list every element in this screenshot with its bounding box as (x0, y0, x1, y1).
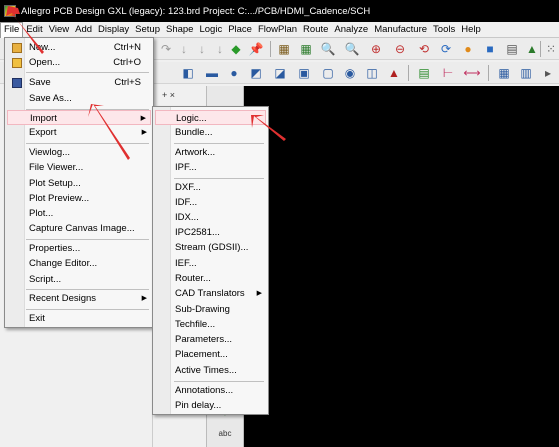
shape-edit-icon[interactable]: ◫ (364, 65, 380, 81)
shape-select-icon[interactable]: ▣ (296, 65, 312, 81)
menu-route[interactable]: Route (300, 22, 331, 38)
import-item-logic[interactable]: Logic... (155, 110, 266, 125)
open-folder-icon (12, 58, 22, 68)
menu-tools[interactable]: Tools (430, 22, 458, 38)
menu-analyze[interactable]: Analyze (331, 22, 371, 38)
shape-void-icon[interactable]: ▢ (320, 65, 336, 81)
step-icon-2[interactable]: ↓ (194, 41, 210, 57)
menu-edit[interactable]: Edit (23, 22, 45, 38)
import-item-artwork[interactable]: Artwork... (155, 145, 266, 160)
menu-item-plot-preview[interactable]: Plot Preview... (7, 191, 151, 206)
menu-item-capture-canvas[interactable]: Capture Canvas Image... (7, 221, 151, 236)
grid-toggle-icon[interactable]: ▦ (298, 41, 314, 57)
import-item-ipc2581[interactable]: IPC2581... (155, 225, 266, 240)
window-title: Allegro PCB Design GXL (legacy): 123.brd… (21, 5, 371, 17)
menu-flowplan[interactable]: FlowPlan (255, 22, 300, 38)
import-item-active-times[interactable]: Active Times... (155, 363, 266, 378)
menu-item-open[interactable]: Open... Ctrl+O (7, 55, 151, 70)
step-icon[interactable]: ↓ (176, 41, 192, 57)
import-item-annotations[interactable]: Annotations... (155, 383, 266, 398)
menu-item-save[interactable]: Save Ctrl+S (7, 75, 151, 90)
shape-add-icon[interactable]: ◪ (272, 65, 288, 81)
dimension-icon[interactable]: ⊢ (440, 65, 456, 81)
file-menu: New... Ctrl+N Open... Ctrl+O Save Ctrl+S Sa… (4, 37, 154, 328)
menu-item-import[interactable]: Import ▶ (7, 110, 151, 125)
zoom-in-icon[interactable]: ⊕ (368, 41, 384, 57)
panel-controls[interactable]: + × (162, 90, 175, 100)
3d-view-icon[interactable]: ■ (482, 41, 498, 57)
redraw-icon[interactable]: ⟳ (438, 41, 454, 57)
import-item-bundle[interactable]: Bundle... (155, 125, 266, 140)
import-item-ipf[interactable]: IPF... (155, 160, 266, 175)
shape-icon[interactable]: ◆ (228, 41, 244, 57)
add-rect-icon[interactable]: ▬ (204, 65, 220, 81)
menu-add[interactable]: Add (72, 22, 95, 38)
report-icon[interactable]: ▦ (496, 65, 512, 81)
import-item-idf[interactable]: IDF... (155, 195, 266, 210)
dimension-linear-icon[interactable]: ⟷ (463, 65, 480, 81)
menu-item-recent-designs[interactable]: Recent Designs ▶ (7, 291, 151, 306)
shape-circle-icon[interactable]: ◉ (342, 65, 358, 81)
import-item-placement[interactable]: Placement... (155, 347, 266, 362)
menu-item-save-as[interactable]: Save As... (7, 91, 151, 106)
import-item-cad-translators[interactable]: CAD Translators ▶ (155, 286, 266, 301)
import-item-parameters[interactable]: Parameters... (155, 332, 266, 347)
import-item-ief[interactable]: IEF... (155, 256, 266, 271)
menu-logic[interactable]: Logic (196, 22, 225, 38)
save-icon (12, 78, 22, 88)
menu-view[interactable]: View (46, 22, 72, 38)
import-item-techfile[interactable]: Techfile... (155, 317, 266, 332)
allegro-app-icon (4, 5, 16, 17)
place-icon[interactable]: ▤ (416, 65, 432, 81)
menu-item-plot-setup[interactable]: Plot Setup... (7, 176, 151, 191)
menu-help[interactable]: Help (458, 22, 484, 38)
menu-setup[interactable]: Setup (132, 22, 163, 38)
database-icon[interactable]: ▥ (518, 65, 534, 81)
grid-dots-icon[interactable]: ⁙ (543, 41, 559, 57)
add-line-icon[interactable]: ◧ (180, 65, 196, 81)
zoom-previous-icon[interactable]: ⟲ (416, 41, 432, 57)
new-file-icon (12, 43, 22, 53)
menu-item-properties[interactable]: Properties... (7, 241, 151, 256)
import-item-pin-delay[interactable]: Pin delay... (155, 398, 266, 413)
menu-shape[interactable]: Shape (163, 22, 196, 38)
menu-place[interactable]: Place (225, 22, 255, 38)
menu-item-viewlog[interactable]: Viewlog... (7, 145, 151, 160)
grid-icon[interactable]: ▦ (276, 41, 292, 57)
import-item-dxf[interactable]: DXF... (155, 180, 266, 195)
menu-item-change-editor[interactable]: Change Editor... (7, 256, 151, 271)
menu-file[interactable]: File (0, 21, 24, 38)
pin-icon[interactable]: 📌 (248, 41, 264, 57)
zoom-out-icon[interactable]: ⊖ (392, 41, 408, 57)
color-icon[interactable]: ● (460, 41, 476, 57)
zoom-fit-icon[interactable]: 🔍 (320, 41, 336, 57)
text-tool-icon[interactable]: abc (211, 426, 239, 442)
tool-icon[interactable]: ▲ (524, 41, 540, 57)
import-item-sub-drawing[interactable]: Sub-Drawing (155, 302, 266, 317)
menu-manufacture[interactable]: Manufacture (371, 22, 430, 38)
menu-item-exit[interactable]: Exit (7, 311, 151, 326)
menu-display[interactable]: Display (95, 22, 132, 38)
menu-item-plot[interactable]: Plot... (7, 206, 151, 221)
menu-item-export[interactable]: Export ▶ (7, 125, 151, 140)
design-canvas[interactable] (244, 86, 559, 447)
more-tools-icon[interactable]: ▸ (540, 65, 556, 81)
redo-icon[interactable]: ↷ (158, 41, 174, 57)
import-submenu: Logic... Bundle... Artwork... IPF... DXF… (152, 106, 269, 415)
merge-shapes-icon[interactable]: ▲ (386, 65, 402, 81)
menu-item-new[interactable]: New... Ctrl+N (7, 40, 151, 55)
add-text-icon[interactable]: ◩ (248, 65, 264, 81)
menu-item-file-viewer[interactable]: File Viewer... (7, 160, 151, 175)
title-bar: Allegro PCB Design GXL (legacy): 123.brd… (0, 0, 559, 22)
menu-item-script[interactable]: Script... (7, 272, 151, 287)
import-item-stream[interactable]: Stream (GDSII)... (155, 240, 266, 255)
menu-bar: File Edit View Add Display Setup Shape L… (0, 21, 559, 38)
step-icon-3[interactable]: ↓ (212, 41, 228, 57)
add-circle-icon[interactable]: ● (226, 65, 242, 81)
measure-icon[interactable]: ▤ (504, 41, 520, 57)
zoom-window-icon[interactable]: 🔍 (344, 41, 360, 57)
import-item-idx[interactable]: IDX... (155, 210, 266, 225)
import-item-router[interactable]: Router... (155, 271, 266, 286)
